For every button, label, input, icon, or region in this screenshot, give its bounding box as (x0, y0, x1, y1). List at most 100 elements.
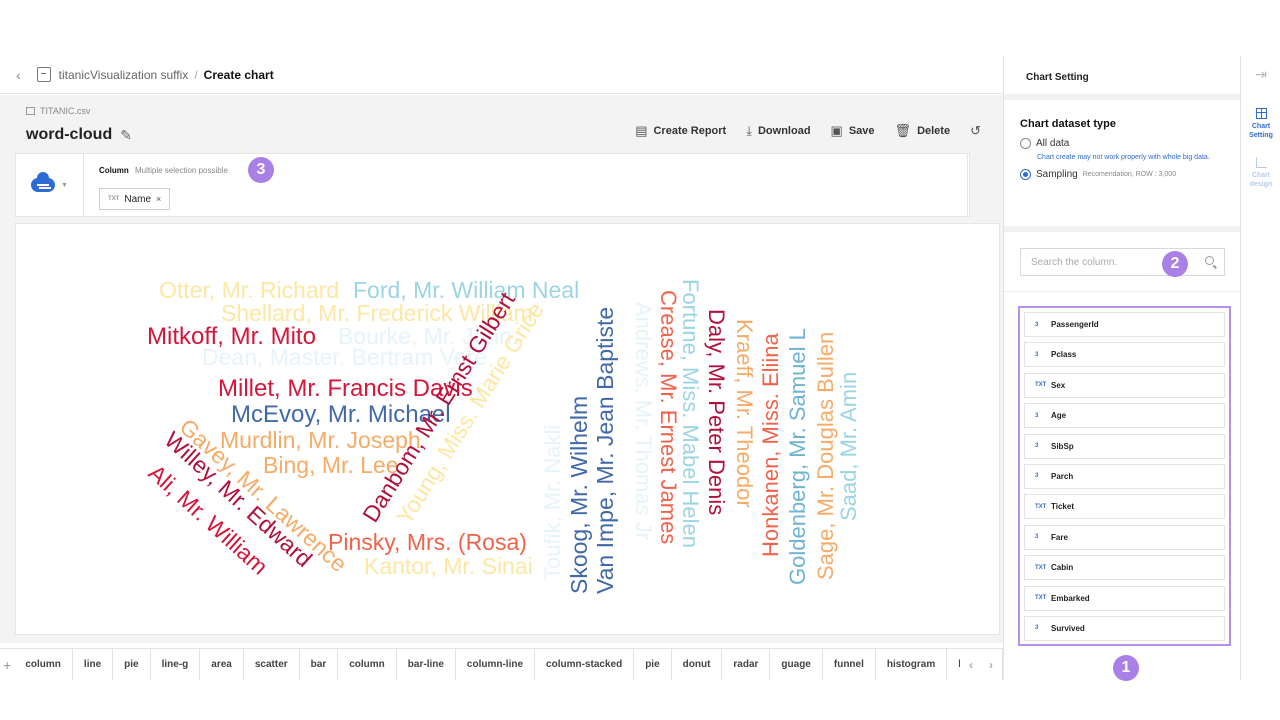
save-label: Save (848, 125, 875, 137)
chart-name-text: word-cloud (26, 126, 113, 143)
step-badge-3: 3 (248, 157, 274, 183)
chart-type-area[interactable]: area (200, 649, 244, 680)
chart-type-line[interactable]: line (73, 649, 114, 680)
chart-type-histogram[interactable]: histogram (876, 649, 948, 680)
column-item-label: Parch (1051, 471, 1074, 481)
add-chart-icon[interactable]: + (0, 657, 14, 673)
column-item-label: Age (1051, 411, 1067, 421)
chart-type-funnel[interactable]: funnel (823, 649, 876, 680)
column-item-age[interactable]: 3 Age (1024, 403, 1225, 429)
sampling-option[interactable]: Sampling Recomendation, ROW : 3,000 (1020, 169, 1224, 180)
chart-type-guage[interactable]: guage (770, 649, 823, 680)
column-search-section: Search the column. (1004, 232, 1240, 292)
column-item-fare[interactable]: 3 Fare (1024, 524, 1225, 550)
back-chevron-icon[interactable]: ‹ (16, 67, 21, 83)
edit-pencil-icon[interactable]: ✎ (120, 127, 132, 144)
chart-editor: TITANIC.csv word-cloud ✎ ▤ Create Report… (0, 95, 1003, 643)
column-item-label: Pclass (1051, 350, 1077, 360)
column-label: Column (99, 166, 129, 175)
delete-button[interactable]: 🗑 Delete (895, 123, 951, 139)
create-report-button[interactable]: ▤ Create Report (635, 123, 726, 139)
sampling-note: Recomendation, ROW : 3,000 (1082, 171, 1177, 178)
column-item-sex[interactable]: TXT Sex (1024, 372, 1225, 398)
column-hint: Multiple selection possible (135, 166, 228, 175)
number-type-icon: 3 (1035, 351, 1039, 358)
remove-column-icon[interactable]: × (156, 194, 161, 204)
rail-design-label: Chart design (1249, 172, 1273, 188)
scroll-right-icon[interactable]: › (980, 649, 1002, 680)
side-rail: ⇥ Chart Setting Chart design (1240, 56, 1280, 680)
rail-setting-label: Chart Setting (1249, 123, 1273, 139)
rail-chart-setting[interactable]: Chart Setting (1241, 108, 1280, 140)
chart-setting-panel: Chart Setting Chart dataset type All dat… (1003, 56, 1240, 680)
word-cloud-word: Murdlin, Mr. Joseph (220, 427, 421, 453)
sampling-label: Sampling (1036, 169, 1078, 180)
column-item-sibsp[interactable]: 3 SibSp (1024, 433, 1225, 459)
chart-type-column[interactable]: column (14, 649, 73, 680)
text-type-icon: TXT (1035, 382, 1047, 389)
header-bar: ‹ titanicVisualization suffix / Create c… (0, 56, 1003, 94)
collapse-panel-icon[interactable]: ⇥ (1241, 66, 1280, 83)
column-item-survived[interactable]: 3 Survived (1024, 615, 1225, 641)
column-item-cabin[interactable]: TXT Cabin (1024, 555, 1225, 581)
column-field-label: Column Multiple selection possible (99, 166, 228, 175)
dropdown-caret-icon: ▼ (61, 181, 68, 189)
breadcrumb-workbook[interactable]: titanicVisualization suffix (59, 68, 189, 82)
column-item-label: Embarked (1051, 593, 1090, 603)
chart-type-dropdown[interactable]: ▼ (16, 154, 84, 216)
chart-type-pie[interactable]: pie (113, 649, 151, 680)
number-type-icon: 3 (1035, 412, 1039, 419)
word-cloud-canvas: Otter, Mr. Richard Ford, Mr. William Neal… (15, 223, 1000, 635)
column-item-label: Ticket (1051, 502, 1074, 512)
chart-type-line-g[interactable]: line-g (151, 649, 201, 680)
rail-chart-design[interactable]: Chart design (1241, 157, 1280, 189)
number-type-icon: 3 (1035, 625, 1039, 632)
chart-type-column-stacked[interactable]: column-stacked (535, 649, 635, 680)
dataset-type-section: Chart dataset type All data Chart create… (1004, 100, 1240, 232)
number-type-icon: 3 (1035, 473, 1039, 480)
page-title: Create chart (203, 67, 274, 82)
column-item-label: PassengerId (1051, 320, 1099, 329)
word-cloud-word: Sage, Mr. Douglas Bullen (813, 332, 838, 580)
download-button[interactable]: ⤓ Download (746, 123, 810, 139)
number-type-icon: 3 (1035, 534, 1039, 541)
chart-type-column-line[interactable]: column-line (456, 649, 536, 680)
chart-type-bar: + column line pie line-g area scatter bar colum… (0, 648, 1003, 680)
chart-design-icon (1255, 157, 1267, 168)
chart-type-column[interactable]: column (338, 649, 397, 680)
column-item-pclass[interactable]: 3 Pclass (1024, 342, 1225, 368)
chart-type-scatter[interactable]: scatter (244, 649, 300, 680)
search-icon[interactable] (1205, 256, 1214, 265)
column-item-embarked[interactable]: TXT Embarked (1024, 585, 1225, 611)
word-cloud-word: Bing, Mr. Lee (263, 452, 399, 478)
column-list: 3 PassengerId 3 Pclass TXT Sex 3 Age 3 SibSp 3 Parc… (1018, 306, 1231, 646)
column-item-parch[interactable]: 3 Parch (1024, 463, 1225, 489)
search-placeholder: Search the column. (1031, 256, 1118, 268)
all-data-radio[interactable] (1020, 138, 1031, 149)
scroll-left-icon[interactable]: ‹ (960, 649, 982, 680)
reset-button[interactable]: ↺ (970, 123, 981, 139)
chart-type-bar[interactable]: bar (300, 649, 339, 680)
word-cloud-word: Crease, Mr. Ernest James (656, 290, 681, 544)
chart-type-bar-line[interactable]: bar-line (397, 649, 456, 680)
word-cloud-word: Skoog, Mr. Wilhelm (566, 396, 592, 594)
word-cloud-word: Honkanen, Miss. Eliina (758, 332, 783, 557)
text-type-icon: TXT (1035, 595, 1047, 602)
chart-type-radar[interactable]: radar (722, 649, 771, 680)
sampling-radio[interactable] (1020, 169, 1031, 180)
chart-type-donut[interactable]: donut (672, 649, 723, 680)
download-icon: ⤓ (746, 123, 752, 138)
chart-type-pie[interactable]: pie (634, 649, 672, 680)
column-item-label: Sex (1051, 380, 1066, 390)
dataset-label: TITANIC.csv (26, 106, 90, 116)
column-item-label: SibSp (1051, 441, 1074, 451)
selected-column-chip[interactable]: TXT Name × (99, 188, 171, 210)
column-item-passengerid[interactable]: 3 PassengerId (1024, 312, 1225, 337)
column-item-label: Fare (1051, 532, 1068, 542)
save-button[interactable]: ▣ Save (831, 123, 875, 139)
column-item-label: Survived (1051, 623, 1085, 633)
column-item-ticket[interactable]: TXT Ticket (1024, 494, 1225, 520)
all-data-label: All data (1036, 138, 1070, 149)
all-data-option[interactable]: All data (1020, 138, 1224, 149)
column-search-input[interactable]: Search the column. (1020, 248, 1225, 276)
